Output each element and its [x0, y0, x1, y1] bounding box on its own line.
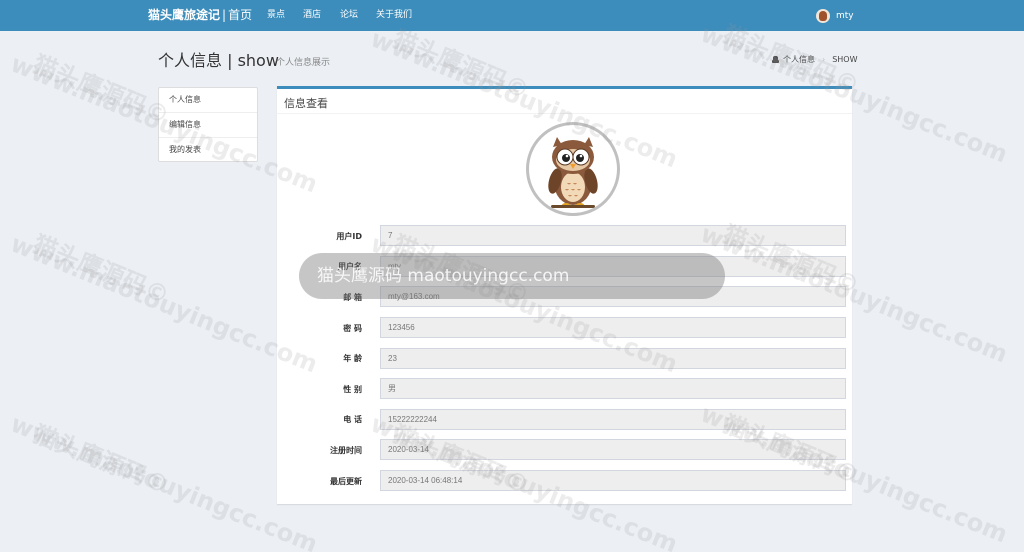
side-menu: 个人信息 编辑信息 我的发表 [158, 87, 258, 162]
brand[interactable]: 猫头鹰旅途记 | 首页 [148, 0, 252, 31]
side-item-my-posts[interactable]: 我的发表 [159, 138, 257, 163]
nav-item-hotels[interactable]: 酒店 [303, 0, 321, 31]
brand-name: 猫头鹰旅途记 [148, 8, 221, 22]
nav-item-about[interactable]: 关于我们 [376, 0, 412, 31]
watermark: www.maotouyingcc.com [6, 229, 322, 379]
username: mty [836, 10, 854, 21]
label-user-id: 用户ID [336, 232, 362, 241]
watermark: 猫头鹰源码© [29, 229, 174, 310]
brand-home-link[interactable]: 首页 [228, 8, 252, 22]
label-username: 用户名 [338, 262, 362, 271]
field-user-id[interactable]: 7 [380, 225, 846, 246]
field-gender[interactable]: 男 [380, 378, 846, 399]
field-phone[interactable]: 15222222244 [380, 409, 846, 430]
watermark: 猫头鹰源码© [29, 419, 174, 500]
info-panel: 信息查看 用户ID 7 用户名 mty 邮 箱 mty@163.com 密 码 … [277, 86, 852, 504]
nav-item-forum[interactable]: 论坛 [340, 0, 358, 31]
watermark: 猫头鹰源码© [29, 49, 174, 130]
breadcrumb-item-show: SHOW [832, 55, 858, 64]
label-age: 年 龄 [343, 354, 362, 363]
label-last-updated: 最后更新 [330, 477, 362, 486]
label-phone: 电 话 [343, 415, 362, 424]
brand-separator: | [222, 8, 227, 22]
top-navbar: 猫头鹰旅途记 | 首页 景点 酒店 论坛 关于我们 mty [0, 0, 1024, 31]
panel-title: 信息查看 [284, 97, 328, 110]
page-subtitle: 个人信息展示 [276, 58, 331, 68]
user-menu[interactable]: mty [816, 0, 854, 31]
side-item-edit-profile[interactable]: 编辑信息 [159, 113, 257, 138]
breadcrumb-item-profile[interactable]: 个人信息 [783, 54, 815, 65]
label-password: 密 码 [343, 324, 362, 333]
side-item-profile[interactable]: 个人信息 [159, 88, 257, 113]
breadcrumb-separator: › [822, 55, 826, 64]
label-register-time: 注册时间 [330, 446, 362, 455]
owl-avatar-icon [526, 122, 620, 216]
label-gender: 性 别 [343, 385, 362, 394]
label-email: 邮 箱 [343, 293, 362, 302]
nav-item-attractions[interactable]: 景点 [267, 0, 285, 31]
panel-divider [277, 113, 852, 114]
user-avatar-icon [816, 8, 830, 23]
page-title: 个人信息 | show [158, 51, 279, 70]
breadcrumb: 个人信息 › SHOW [772, 54, 858, 65]
field-password[interactable]: 123456 [380, 317, 846, 338]
field-last-updated[interactable]: 2020-03-14 06:48:14 [380, 470, 846, 491]
field-email[interactable]: mty@163.com [380, 286, 846, 307]
field-age[interactable]: 23 [380, 348, 846, 369]
field-register-time[interactable]: 2020-03-14 [380, 439, 846, 460]
field-username[interactable]: mty [380, 256, 846, 277]
watermark: www.maotouyingcc.com [6, 409, 322, 552]
user-icon [772, 56, 779, 63]
